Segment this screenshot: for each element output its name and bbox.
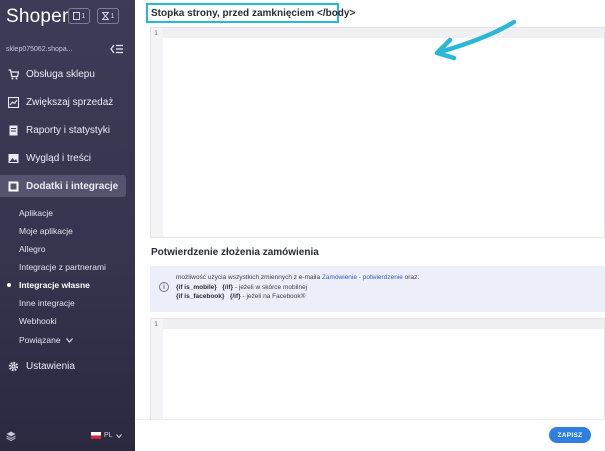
menu-label: Zwiększaj sprzedaż bbox=[26, 96, 114, 108]
chevron-down-icon bbox=[65, 337, 73, 343]
hourglass-icon bbox=[101, 12, 109, 20]
addons-icon bbox=[8, 181, 19, 191]
line-number: 1 bbox=[154, 320, 158, 328]
timer-button[interactable]: 1 bbox=[97, 8, 119, 24]
language-code: PL bbox=[104, 432, 113, 439]
info-intro: możliwość użycia wszystkich zmiennych z … bbox=[176, 274, 322, 281]
active-indicator-dot bbox=[7, 283, 11, 287]
tasks-count: 1 bbox=[81, 12, 86, 20]
order-confirmation-link[interactable]: Zamówienie - potwierdzenie bbox=[322, 274, 403, 281]
related-label: Powiązane bbox=[19, 335, 61, 345]
tasks-button[interactable]: 1 bbox=[68, 8, 90, 24]
info-box: i możliwość użycia wszystkich zmiennych … bbox=[150, 266, 605, 312]
editor-gutter bbox=[151, 28, 163, 237]
menu-item-shop-service[interactable]: Obsługa sklepu bbox=[0, 63, 135, 85]
menu-item-appearance[interactable]: Wygląd i treści bbox=[0, 147, 135, 169]
order-confirmation-code-editor[interactable]: 1 bbox=[150, 318, 605, 422]
chart-icon bbox=[8, 96, 19, 108]
cart-icon bbox=[8, 68, 19, 79]
poland-flag-icon bbox=[91, 432, 101, 439]
footer-code-editor[interactable]: 1 bbox=[150, 27, 605, 238]
save-button[interactable]: ZAPISZ bbox=[549, 427, 591, 443]
mobile-description: - jeżeli w skórce mobilnej bbox=[233, 283, 308, 291]
menu-label: Obsługa sklepu bbox=[26, 68, 95, 80]
action-bar bbox=[135, 419, 605, 451]
sidebar-footer: PL bbox=[0, 421, 135, 451]
menu-label: Wygląd i treści bbox=[26, 152, 91, 164]
gear-icon bbox=[8, 361, 19, 371]
order-confirmation-title: Potwierdzenie złożenia zamówienia bbox=[151, 247, 319, 258]
info-intro-end: oraz: bbox=[402, 274, 420, 281]
editor-gutter bbox=[151, 319, 163, 421]
submenu-item-webhooks[interactable]: Webhooki bbox=[19, 316, 57, 326]
submenu-item-custom-integrations[interactable]: Integracje własne bbox=[19, 280, 90, 290]
image-icon bbox=[8, 153, 19, 163]
submenu-item-my-apps[interactable]: Moje aplikacje bbox=[19, 226, 73, 236]
layers-icon[interactable] bbox=[6, 431, 16, 441]
editor-active-line bbox=[151, 28, 604, 38]
menu-item-settings[interactable]: Ustawienia bbox=[0, 355, 135, 377]
facebook-description: - jeżeli na Facebook® bbox=[240, 293, 306, 300]
info-icon: i bbox=[159, 282, 169, 292]
shoper-logo[interactable]: Shoper bbox=[6, 6, 68, 28]
menu-item-addons[interactable]: Dodatki i integracje bbox=[0, 175, 126, 197]
submenu-item-other-integrations[interactable]: Inne integracje bbox=[19, 298, 75, 308]
submenu-item-allegro[interactable]: Allegro bbox=[19, 244, 45, 254]
menu-item-increase-sales[interactable]: Zwiększaj sprzedaż bbox=[0, 91, 135, 113]
timer-count: 1 bbox=[110, 12, 115, 20]
collapse-sidebar-icon[interactable] bbox=[110, 44, 124, 54]
mobile-end-tag: {/if} bbox=[222, 283, 234, 291]
info-text: możliwość użycia wszystkich zmiennych z … bbox=[176, 273, 419, 302]
submenu-item-related[interactable]: Powiązane bbox=[19, 335, 73, 345]
shop-name[interactable]: sklep075062.shopa... bbox=[6, 46, 73, 53]
footer-code-title: Stopka strony, przed zamknięciem </body> bbox=[151, 8, 356, 19]
annotation-arrow-icon bbox=[434, 19, 517, 61]
menu-item-reports[interactable]: Raporty i statystyki bbox=[0, 119, 135, 141]
menu-label: Ustawienia bbox=[26, 360, 75, 372]
editor-active-line bbox=[151, 319, 604, 329]
facebook-tag: {if is_facebook} bbox=[176, 293, 225, 300]
language-selector[interactable]: PL bbox=[91, 432, 122, 439]
submenu-item-apps[interactable]: Aplikacje bbox=[19, 208, 53, 218]
document-icon bbox=[72, 12, 80, 20]
line-number: 1 bbox=[154, 29, 158, 37]
facebook-end-tag: {/if} bbox=[229, 293, 241, 300]
menu-label: Dodatki i integracje bbox=[26, 180, 119, 192]
mobile-tag: {if is_mobile} bbox=[176, 283, 217, 291]
sidebar: Shoper 1 1 sklep075062.shopa... Obsługa … bbox=[0, 0, 135, 451]
menu-label: Raporty i statystyki bbox=[26, 124, 110, 136]
report-icon bbox=[9, 125, 18, 135]
chevron-down-icon bbox=[115, 433, 122, 438]
submenu-item-partner-integrations[interactable]: Integracje z partnerami bbox=[19, 262, 106, 272]
